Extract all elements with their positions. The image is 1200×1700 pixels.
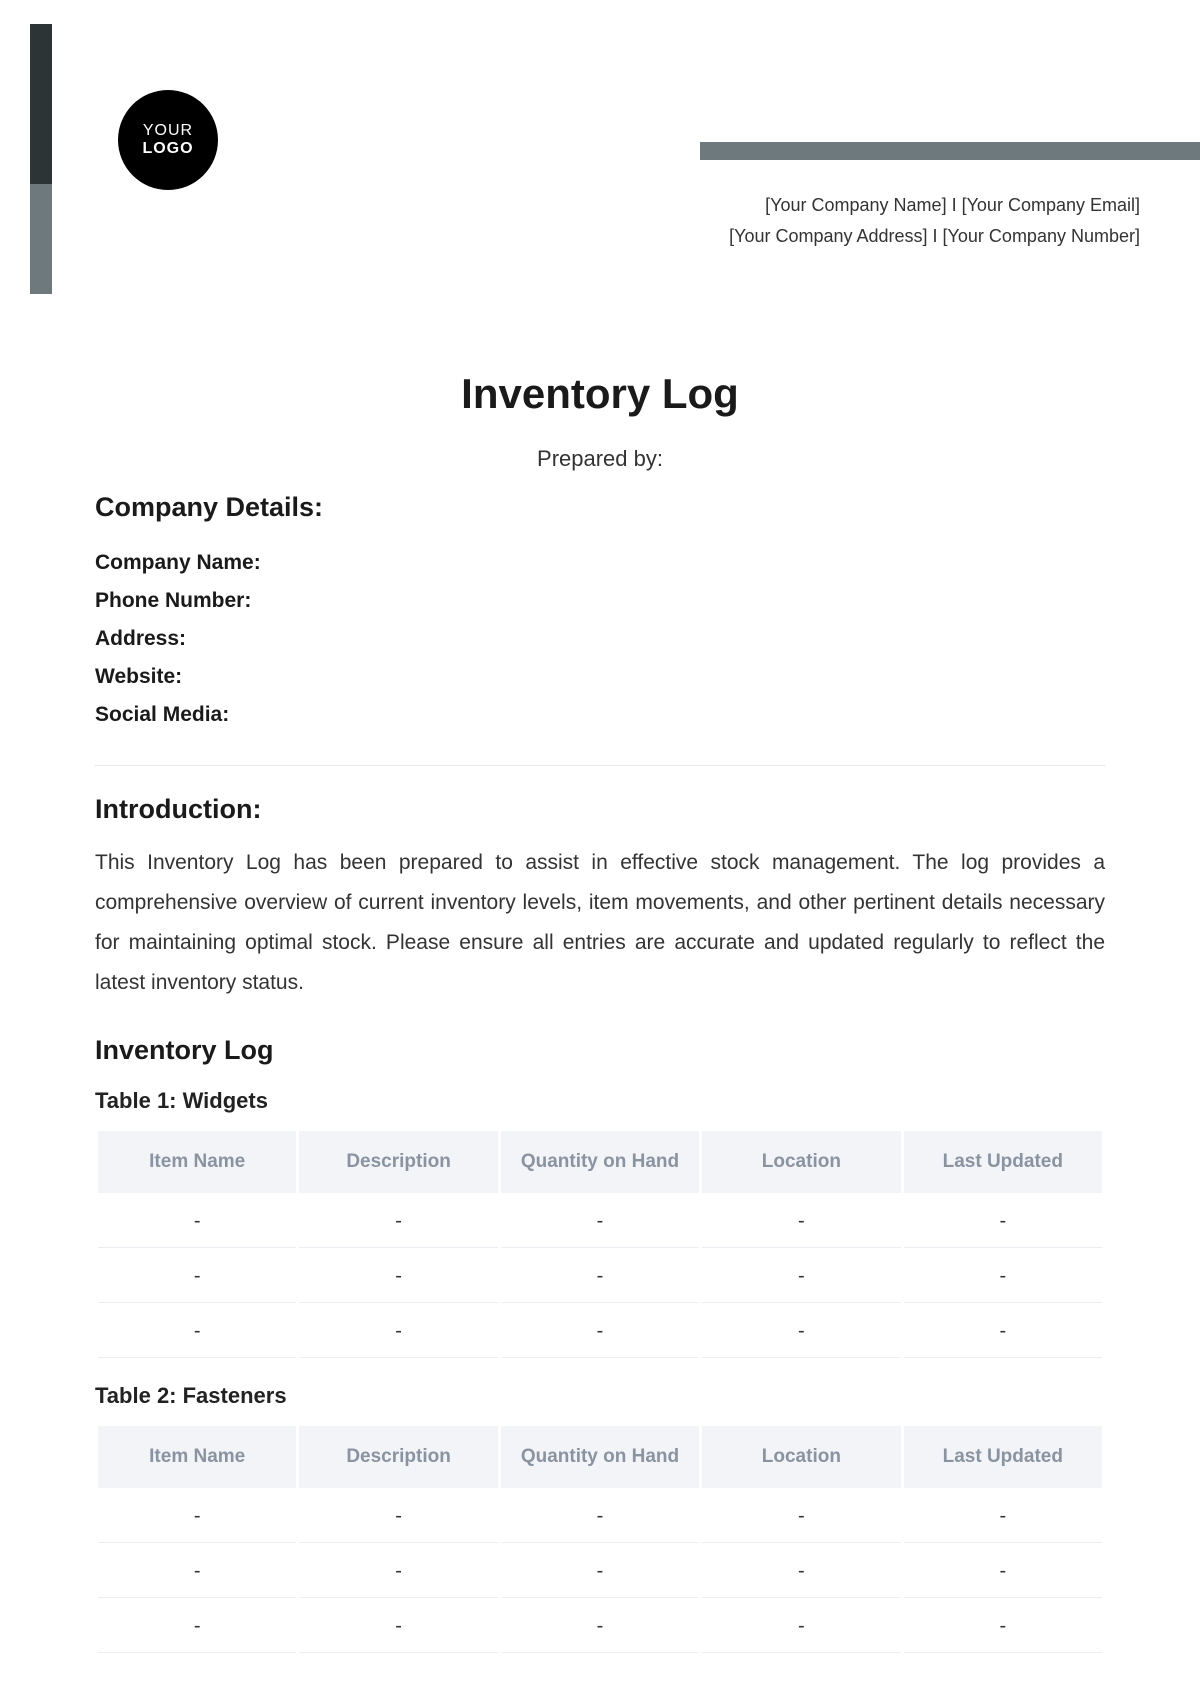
company-line-1: [Your Company Name] I [Your Company Emai…: [729, 190, 1140, 221]
table-cell: -: [98, 1306, 296, 1358]
column-header: Quantity on Hand: [501, 1426, 699, 1488]
table-row: -----: [98, 1546, 1102, 1598]
table-cell: -: [98, 1196, 296, 1248]
column-header: Item Name: [98, 1426, 296, 1488]
table-cell: -: [501, 1491, 699, 1543]
table-cell: -: [501, 1306, 699, 1358]
field-company-name: Company Name:: [95, 551, 1105, 575]
column-header: Location: [702, 1426, 900, 1488]
table-cell: -: [299, 1546, 497, 1598]
table-cell: -: [904, 1491, 1102, 1543]
table-cell: -: [702, 1306, 900, 1358]
introduction-heading: Introduction:: [95, 794, 1105, 825]
table-cell: -: [904, 1546, 1102, 1598]
header-accent-bar: [700, 142, 1200, 160]
table-cell: -: [904, 1306, 1102, 1358]
company-details-list: Company Name: Phone Number: Address: Web…: [95, 551, 1105, 727]
column-header: Description: [299, 1131, 497, 1193]
table-cell: -: [299, 1601, 497, 1653]
document-content: Inventory Log Prepared by: Company Detai…: [95, 370, 1105, 1656]
logo-line1: YOUR: [143, 122, 193, 140]
company-header-lines: [Your Company Name] I [Your Company Emai…: [729, 190, 1140, 251]
logo-line2: LOGO: [142, 140, 193, 158]
table-row: -----: [98, 1491, 1102, 1543]
introduction-text: This Inventory Log has been prepared to …: [95, 843, 1105, 1003]
column-header: Last Updated: [904, 1131, 1102, 1193]
table-row: -----: [98, 1306, 1102, 1358]
inventory-table: Item NameDescriptionQuantity on HandLoca…: [95, 1423, 1105, 1656]
inventory-heading: Inventory Log: [95, 1035, 1105, 1066]
company-details-heading: Company Details:: [95, 492, 1105, 523]
table-cell: -: [904, 1251, 1102, 1303]
table-cell: -: [904, 1196, 1102, 1248]
table-row: -----: [98, 1196, 1102, 1248]
field-social: Social Media:: [95, 703, 1105, 727]
table-cell: -: [299, 1306, 497, 1358]
divider: [95, 765, 1105, 766]
table-cell: -: [501, 1251, 699, 1303]
company-line-2: [Your Company Address] I [Your Company N…: [729, 221, 1140, 252]
table-cell: -: [702, 1196, 900, 1248]
side-accent: [30, 24, 52, 294]
table-cell: -: [98, 1601, 296, 1653]
table-cell: -: [904, 1601, 1102, 1653]
column-header: Last Updated: [904, 1426, 1102, 1488]
table-row: -----: [98, 1601, 1102, 1653]
table-cell: -: [98, 1491, 296, 1543]
table-cell: -: [702, 1546, 900, 1598]
table-cell: -: [702, 1601, 900, 1653]
column-header: Location: [702, 1131, 900, 1193]
table-row: -----: [98, 1251, 1102, 1303]
table-title: Table 2: Fasteners: [95, 1383, 1105, 1409]
column-header: Description: [299, 1426, 497, 1488]
column-header: Quantity on Hand: [501, 1131, 699, 1193]
table-cell: -: [98, 1251, 296, 1303]
table-cell: -: [702, 1491, 900, 1543]
table-cell: -: [501, 1196, 699, 1248]
inventory-table: Item NameDescriptionQuantity on HandLoca…: [95, 1128, 1105, 1361]
table-cell: -: [299, 1196, 497, 1248]
table-cell: -: [299, 1251, 497, 1303]
table-title: Table 1: Widgets: [95, 1088, 1105, 1114]
document-title: Inventory Log: [95, 370, 1105, 418]
tables-container: Table 1: WidgetsItem NameDescriptionQuan…: [95, 1088, 1105, 1656]
field-website: Website:: [95, 665, 1105, 689]
table-cell: -: [501, 1601, 699, 1653]
column-header: Item Name: [98, 1131, 296, 1193]
table-cell: -: [501, 1546, 699, 1598]
table-cell: -: [98, 1546, 296, 1598]
field-phone: Phone Number:: [95, 589, 1105, 613]
table-cell: -: [702, 1251, 900, 1303]
logo-placeholder: YOUR LOGO: [118, 90, 218, 190]
table-cell: -: [299, 1491, 497, 1543]
prepared-by-label: Prepared by:: [95, 446, 1105, 472]
field-address: Address:: [95, 627, 1105, 651]
